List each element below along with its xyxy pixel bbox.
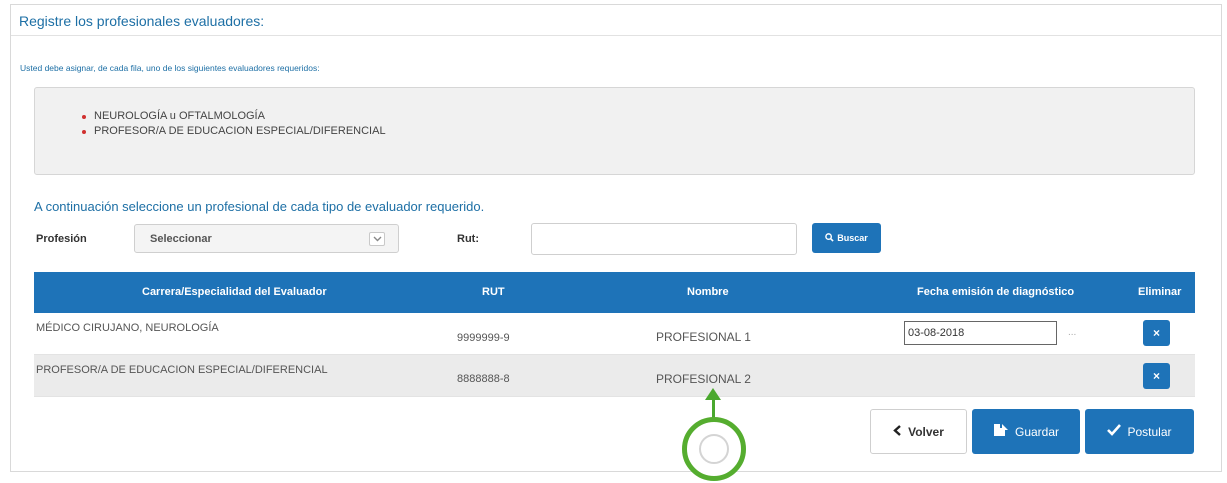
header-eliminar: Eliminar — [1138, 286, 1182, 298]
evaluators-table: Carrera/Especialidad del Evaluador RUT N… — [34, 272, 1195, 313]
bullet-icon — [82, 115, 86, 119]
requirement-item: NEUROLOGÍA u OFTALMOLOGÍA — [82, 109, 386, 124]
header-rut: RUT — [482, 286, 505, 298]
guardar-label: Guardar — [1014, 424, 1060, 439]
section-subtitle: A continuación seleccione un profesional… — [34, 199, 485, 214]
guardar-button[interactable]: Guardar — [972, 409, 1080, 454]
table-row: PROFESOR/A DE EDUCACION ESPECIAL/DIFEREN… — [34, 355, 1195, 397]
profesion-select[interactable]: Seleccionar — [134, 224, 399, 253]
instruction-text: Usted debe asignar, de cada fila, uno de… — [20, 63, 320, 73]
rut-label: Rut: — [457, 233, 479, 245]
title-divider — [11, 35, 1221, 36]
header-carrera: Carrera/Especialidad del Evaluador — [142, 286, 327, 298]
volver-label: Volver — [908, 424, 944, 439]
cell-nombre: PROFESIONAL 2 — [656, 372, 751, 386]
save-icon — [993, 423, 1009, 440]
date-picker-dots[interactable]: ... — [1068, 327, 1076, 338]
fecha-input[interactable]: 03-08-2018 — [904, 321, 1057, 345]
requirements-list: NEUROLOGÍA u OFTALMOLOGÍA PROFESOR/A DE … — [82, 109, 386, 139]
cell-nombre: PROFESIONAL 1 — [656, 330, 751, 344]
profesion-select-value: Seleccionar — [150, 233, 212, 245]
requirement-item: PROFESOR/A DE EDUCACION ESPECIAL/DIFEREN… — [82, 124, 386, 139]
chevron-down-icon — [369, 232, 385, 246]
check-icon — [1107, 424, 1122, 439]
header-nombre: Nombre — [687, 286, 729, 298]
cell-carrera: PROFESOR/A DE EDUCACION ESPECIAL/DIFEREN… — [36, 364, 328, 376]
table-header: Carrera/Especialidad del Evaluador RUT N… — [34, 272, 1195, 313]
profesion-label: Profesión — [36, 233, 87, 245]
header-fecha: Fecha emisión de diagnóstico — [917, 286, 1075, 298]
cell-carrera: MÉDICO CIRUJANO, NEUROLOGÍA — [36, 322, 219, 334]
chevron-left-icon — [893, 424, 902, 439]
close-icon[interactable]: × — [1143, 320, 1170, 346]
rut-input[interactable] — [531, 223, 797, 255]
pointer-inner-circle — [699, 434, 729, 464]
bullet-icon — [82, 130, 86, 134]
cell-rut: 8888888-8 — [457, 373, 510, 385]
search-icon — [825, 232, 834, 244]
requirement-label: NEUROLOGÍA u OFTALMOLOGÍA — [94, 110, 265, 122]
buscar-label: Buscar — [837, 233, 868, 243]
close-icon[interactable]: × — [1143, 363, 1170, 389]
requirement-label: PROFESOR/A DE EDUCACION ESPECIAL/DIFEREN… — [94, 125, 386, 137]
postular-label: Postular — [1127, 424, 1172, 439]
volver-button[interactable]: Volver — [870, 409, 967, 454]
pointer-ring-icon — [682, 417, 746, 481]
panel-title: Registre los profesionales evaluadores: — [19, 13, 265, 29]
requirements-box: NEUROLOGÍA u OFTALMOLOGÍA PROFESOR/A DE … — [34, 87, 1195, 175]
postular-button[interactable]: Postular — [1085, 409, 1194, 454]
cell-rut: 9999999-9 — [457, 332, 510, 344]
buscar-button[interactable]: Buscar — [812, 223, 881, 253]
